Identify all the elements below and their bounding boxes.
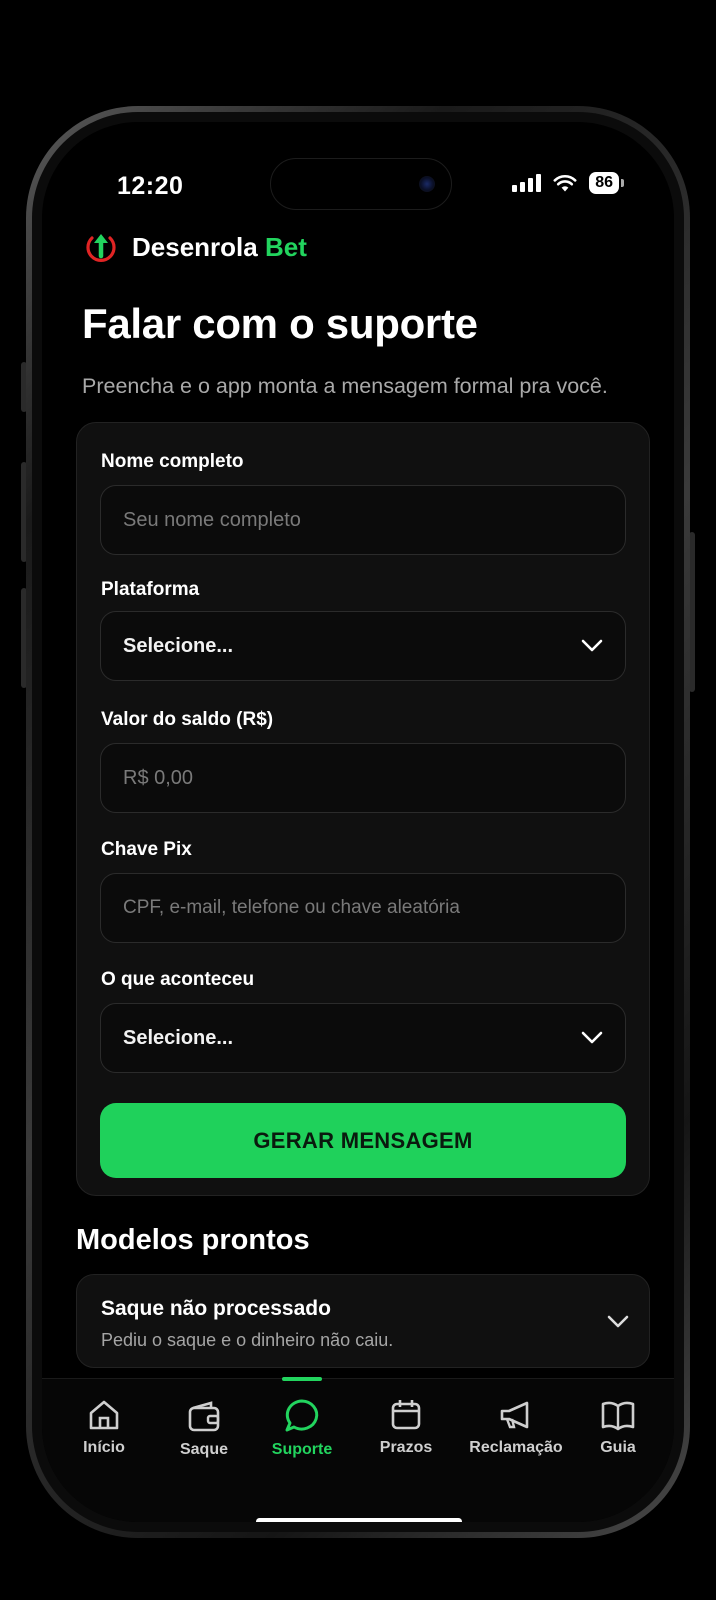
signal-icon: [512, 174, 542, 192]
name-input[interactable]: [100, 485, 626, 555]
tab-label: Suporte: [271, 1441, 333, 1458]
platform-label: Plataforma: [101, 579, 200, 600]
templates-title: Modelos prontos: [76, 1224, 310, 1256]
tab-prazos[interactable]: Prazos: [356, 1397, 456, 1497]
logo-icon: [86, 234, 116, 262]
active-tab-indicator: [282, 1377, 322, 1381]
status-icons: 86: [512, 172, 624, 194]
book-icon: [601, 1401, 635, 1431]
tab-label: Saque: [179, 1441, 228, 1458]
tab-inicio[interactable]: Início: [54, 1397, 154, 1497]
chevron-down-icon: [581, 1031, 603, 1044]
amount-input[interactable]: [100, 743, 626, 813]
calendar-icon: [391, 1400, 421, 1430]
phone-frame: 12:20 86 Desenrola Bet Falar com o supor…: [26, 106, 690, 1538]
dynamic-island: [270, 158, 452, 210]
issue-label: O que aconteceu: [101, 969, 255, 990]
tab-suporte[interactable]: Suporte: [252, 1397, 352, 1497]
megaphone-icon: [500, 1401, 529, 1429]
amount-label: Valor do saldo (R$): [101, 709, 274, 730]
chevron-down-icon: [581, 639, 603, 652]
template-item[interactable]: Saque não processado Pediu o saque e o d…: [76, 1274, 650, 1368]
status-time: 12:20: [117, 172, 184, 200]
battery-indicator: 86: [589, 172, 624, 194]
page-title: Falar com o suporte: [82, 300, 478, 347]
pix-label: Chave Pix: [101, 839, 192, 860]
brand-name: Desenrola Bet: [132, 231, 307, 262]
home-indicator[interactable]: [256, 1518, 462, 1522]
chevron-down-icon: [607, 1315, 629, 1328]
camera-icon: [419, 176, 435, 192]
name-label: Nome completo: [101, 451, 244, 472]
pix-key-input[interactable]: [100, 873, 626, 943]
issue-select-value: Selecione...: [123, 1026, 234, 1049]
platform-select-value: Selecione...: [123, 634, 234, 657]
screen: 12:20 86 Desenrola Bet Falar com o supor…: [42, 122, 674, 1522]
platform-select[interactable]: Selecione...: [100, 611, 626, 681]
tab-label: Reclamação: [469, 1439, 563, 1456]
tab-label: Prazos: [379, 1439, 433, 1456]
home-icon: [89, 1400, 119, 1430]
tab-bar: Início Saque Suporte Prazos Reclamação G…: [42, 1377, 674, 1522]
tab-label: Início: [83, 1439, 125, 1456]
tab-saque[interactable]: Saque: [154, 1399, 254, 1499]
brand-header: Desenrola Bet: [84, 230, 307, 264]
template-description: Pediu o saque e o dinheiro não caiu.: [101, 1330, 394, 1350]
generate-message-button[interactable]: GERAR MENSAGEM: [100, 1103, 626, 1178]
chat-icon: [285, 1399, 319, 1432]
brand-accent: Bet: [264, 231, 307, 262]
wallet-icon: [188, 1401, 220, 1432]
tab-reclamacao[interactable]: Reclamação: [460, 1397, 572, 1497]
issue-select[interactable]: Selecione...: [100, 1003, 626, 1073]
template-title: Saque não processado: [101, 1297, 331, 1320]
tab-guia[interactable]: Guia: [568, 1397, 668, 1497]
wifi-icon: [553, 174, 577, 192]
page-subtitle: Preencha e o app monta a mensagem formal…: [82, 374, 608, 398]
tab-label: Guia: [600, 1439, 636, 1456]
support-form: Nome completo Plataforma Selecione... Va…: [76, 422, 650, 1196]
